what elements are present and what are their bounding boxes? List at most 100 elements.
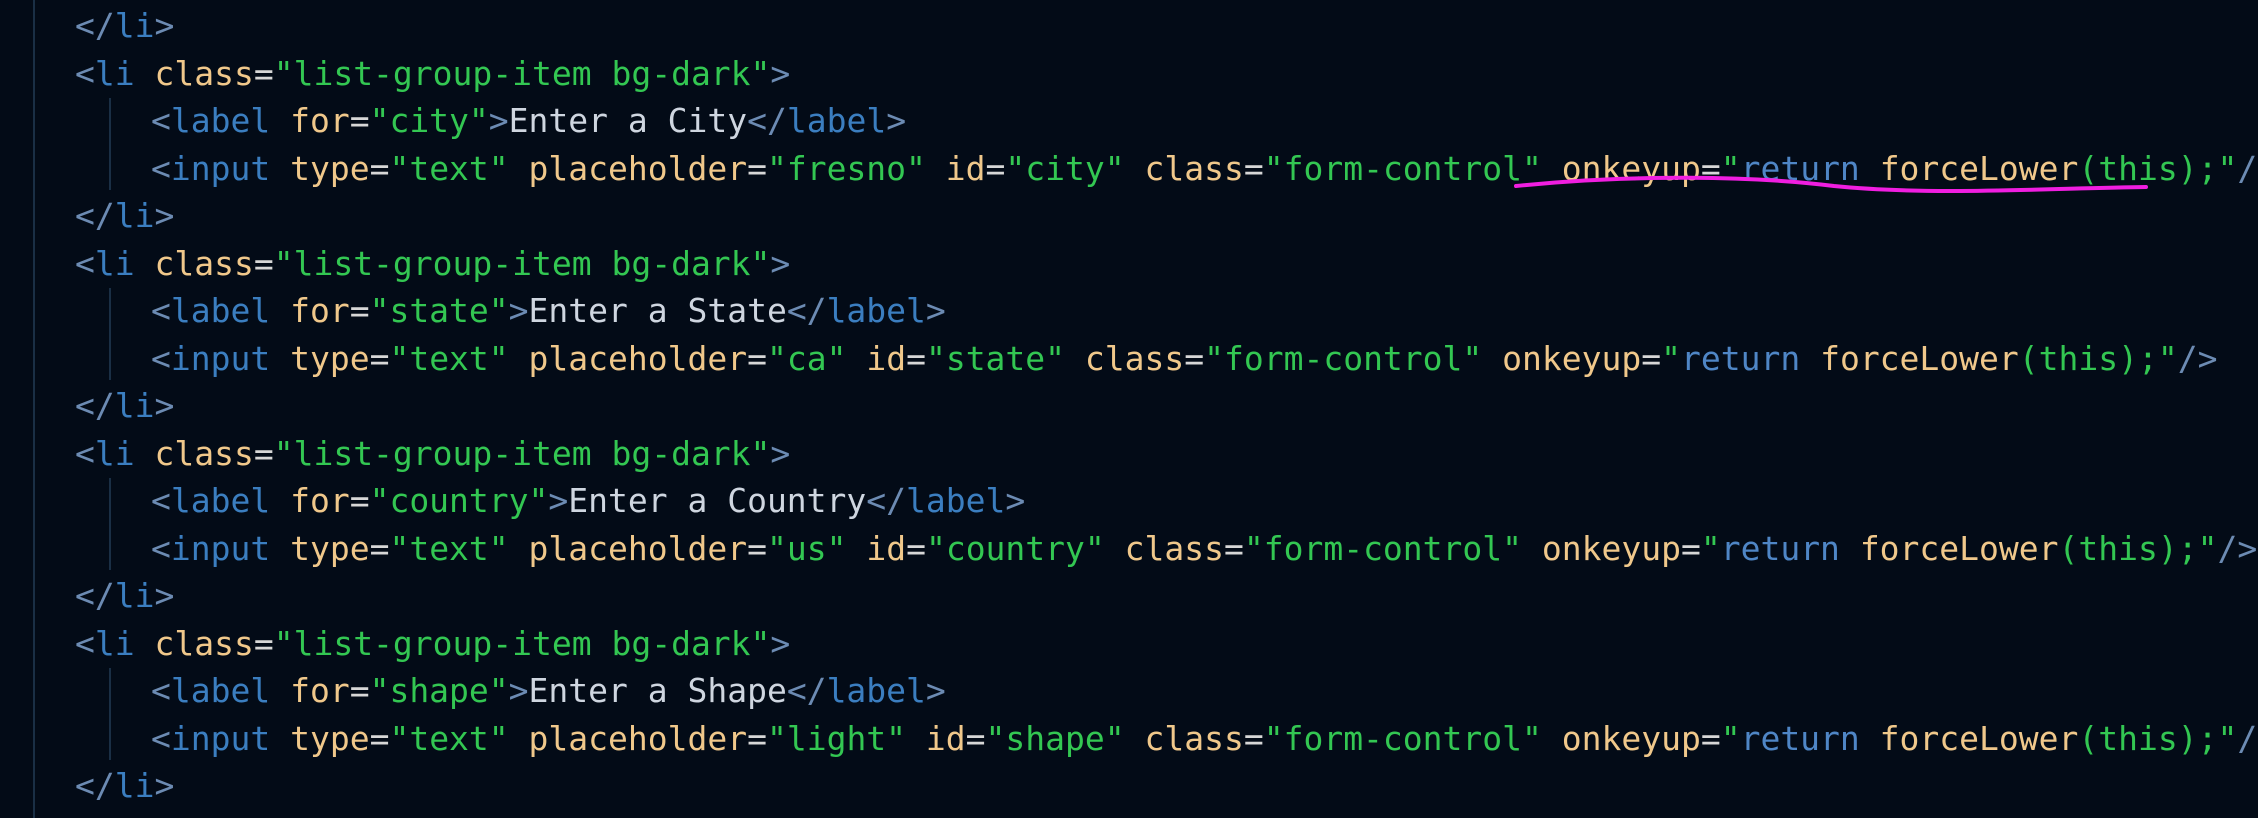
- code-token: id: [866, 528, 907, 568]
- code-token: />: [2237, 148, 2258, 188]
- code-token: onkeyup: [1541, 528, 1681, 568]
- code-token: </: [75, 196, 115, 235]
- code-token: >: [508, 291, 529, 330]
- code-token: >: [770, 53, 791, 93]
- code-token: "city": [1005, 148, 1125, 188]
- code-token: for: [290, 291, 350, 330]
- code-token: />: [2237, 718, 2258, 758]
- code-token: "state": [369, 291, 509, 330]
- code-token: ": [2217, 718, 2238, 758]
- code-token: >: [925, 291, 946, 330]
- code-token: "ca": [766, 338, 847, 378]
- code-token: =: [1700, 718, 1721, 758]
- code-token: li: [94, 53, 135, 93]
- code-line: <input type="text" placeholder="light" i…: [151, 715, 2258, 762]
- code-token: <: [151, 148, 171, 188]
- code-token: Enter a City: [508, 101, 748, 140]
- code-line: </li>: [75, 382, 174, 429]
- code-token: "city": [369, 101, 489, 140]
- code-token: =: [369, 718, 390, 758]
- code-token: "country": [369, 481, 549, 520]
- code-token: "list-group-item bg-dark": [273, 433, 771, 473]
- code-token: "form-control": [1204, 338, 1483, 378]
- code-line: <li class="list-group-item bg-dark">: [75, 430, 790, 477]
- code-token: "text": [389, 528, 509, 568]
- code-token: input: [170, 718, 271, 758]
- code-token: =: [349, 101, 370, 140]
- code-token: forceLower: [1859, 528, 2059, 568]
- code-token: </: [75, 766, 115, 805]
- code-token: input: [170, 338, 271, 378]
- code-token: >: [1005, 481, 1026, 520]
- code-line: </li>: [75, 192, 174, 239]
- code-token: class: [1124, 528, 1224, 568]
- code-token: "shape": [369, 671, 509, 710]
- code-token: "list-group-item bg-dark": [273, 53, 771, 93]
- code-line: <label for="shape">Enter a Shape</label>: [151, 667, 946, 714]
- code-token: onkeyup: [1502, 338, 1642, 378]
- code-token: <: [151, 718, 171, 758]
- code-token: </: [786, 291, 827, 330]
- code-token: type: [290, 528, 370, 568]
- code-token: >: [154, 6, 175, 45]
- code-token: li: [114, 576, 155, 615]
- code-token: />: [2177, 338, 2218, 378]
- code-token: =: [965, 718, 986, 758]
- code-token: id: [925, 718, 966, 758]
- code-token: "list-group-item bg-dark": [273, 623, 771, 663]
- indent-guide-outer: [33, 0, 35, 818]
- code-token: />: [2217, 528, 2258, 568]
- code-token: class: [154, 53, 254, 93]
- code-token: label: [826, 671, 926, 710]
- code-token: =: [1700, 148, 1721, 188]
- code-token: =: [349, 291, 370, 330]
- code-token: "us": [766, 528, 847, 568]
- code-token: =: [747, 718, 767, 758]
- code-token: Enter a Country: [568, 481, 867, 520]
- code-token: "country": [925, 528, 1105, 568]
- code-token: >: [488, 101, 509, 140]
- code-token: "fresno": [766, 148, 926, 188]
- code-token: <: [151, 671, 171, 710]
- code-token: class: [1084, 338, 1185, 378]
- code-token: return: [1720, 528, 1840, 568]
- code-token: id: [866, 338, 907, 378]
- code-token: =: [1243, 718, 1264, 758]
- code-token: Enter a State: [528, 291, 787, 330]
- code-token: =: [369, 148, 390, 188]
- code-token: >: [770, 433, 791, 473]
- code-line: <label for="state">Enter a State</label>: [151, 287, 946, 334]
- code-token: </: [866, 481, 907, 520]
- code-token: label: [826, 291, 926, 330]
- code-token: =: [349, 481, 370, 520]
- code-token: "state": [925, 338, 1066, 378]
- code-token: "form-control": [1263, 148, 1542, 188]
- code-token: for: [290, 671, 350, 710]
- code-token: >: [154, 386, 175, 425]
- code-token: <: [75, 243, 95, 283]
- code-line: <li class="list-group-item bg-dark">: [75, 50, 790, 97]
- code-token: >: [154, 196, 175, 235]
- code-token: =: [1184, 338, 1205, 378]
- code-token: >: [770, 243, 791, 283]
- code-token: class: [154, 243, 254, 283]
- code-token: <: [75, 53, 95, 93]
- code-token: "form-control": [1243, 528, 1523, 568]
- code-token: "text": [389, 338, 509, 378]
